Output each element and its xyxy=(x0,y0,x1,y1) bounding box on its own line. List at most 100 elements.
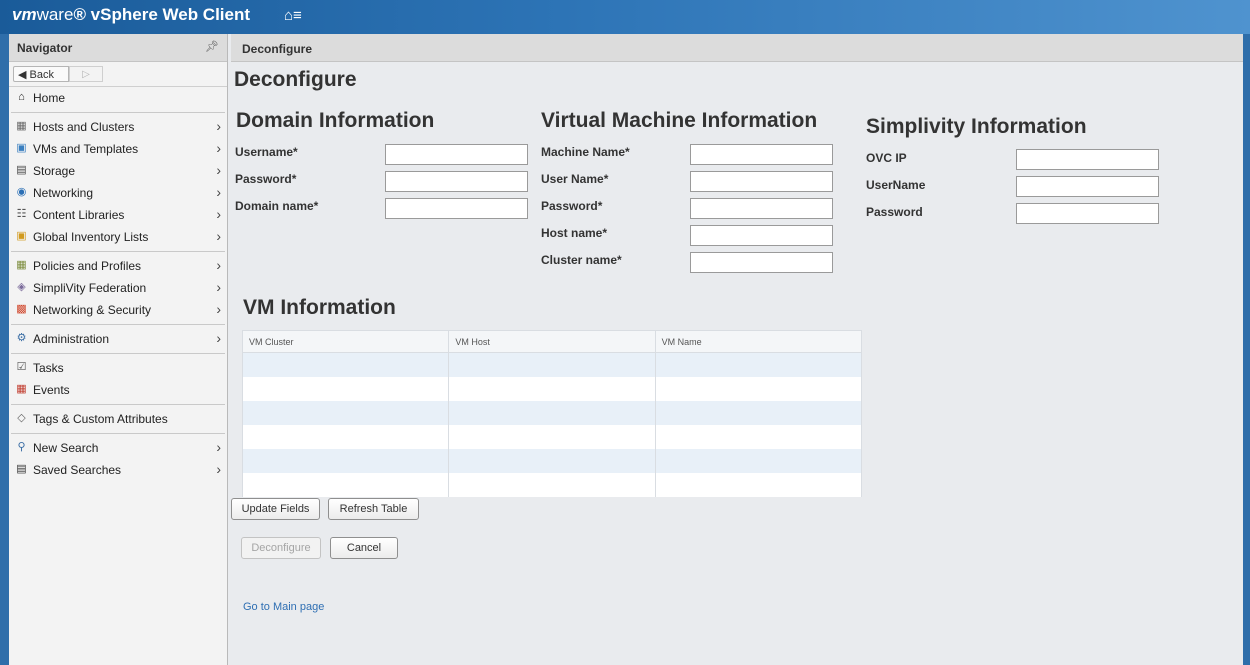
network-icon: ◉ xyxy=(16,186,27,198)
tasks-icon: ☑ xyxy=(16,361,27,373)
left-frame xyxy=(0,34,9,665)
sidebar-item-label: Tasks xyxy=(33,361,64,375)
domain-heading: Domain Information xyxy=(236,109,435,132)
table-row[interactable] xyxy=(241,377,863,401)
sidebar-item-tags-custom-attributes[interactable]: ◇ Tags & Custom Attributes xyxy=(9,408,227,430)
chevron-right-icon: › xyxy=(216,228,221,244)
sidebar-item-label: Storage xyxy=(33,164,76,178)
domain-username-field[interactable] xyxy=(385,144,528,165)
simplivity-password-field[interactable] xyxy=(1016,203,1159,224)
table-row[interactable] xyxy=(241,352,863,377)
divider xyxy=(9,430,227,437)
table-row[interactable] xyxy=(241,401,863,425)
cancel-button[interactable]: Cancel xyxy=(330,537,398,559)
sidebar-item-label: Saved Searches xyxy=(33,463,122,477)
sidebar-item-policies-and-profiles[interactable]: ▦ Policies and Profiles › xyxy=(9,255,227,277)
ovc-ip-label: OVC IP xyxy=(866,151,907,165)
sidebar-item-storage[interactable]: ▤ Storage › xyxy=(9,160,227,182)
sidebar-item-label: SimpliVity Federation xyxy=(33,281,147,295)
sidebar-item-networking[interactable]: ◉ Networking › xyxy=(9,182,227,204)
page-title: Deconfigure xyxy=(234,68,357,91)
chevron-right-icon: › xyxy=(216,301,221,317)
vm-user-name-label: User Name* xyxy=(541,172,609,186)
refresh-table-button[interactable]: Refresh Table xyxy=(328,498,419,520)
sidebar-item-networking-security[interactable]: ▩ Networking & Security › xyxy=(9,299,227,321)
sidebar-item-global-inventory-lists[interactable]: ▣ Global Inventory Lists › xyxy=(9,226,227,248)
host-name-field[interactable] xyxy=(690,225,833,246)
home-menu-icon[interactable]: ⌂≡ xyxy=(284,7,302,24)
sidebar-item-vms-and-templates[interactable]: ▣ VMs and Templates › xyxy=(9,138,227,160)
column-header-vm-cluster[interactable]: VM Cluster xyxy=(241,330,450,353)
breadcrumb: Deconfigure xyxy=(231,34,1243,62)
app-header: vmware® vSphere Web Client ⌂≡ xyxy=(0,0,1250,34)
library-icon: ☷ xyxy=(16,208,27,220)
back-button[interactable]: ◀ Back xyxy=(13,66,69,82)
home-icon: ⌂ xyxy=(18,91,25,103)
ovc-ip-field[interactable] xyxy=(1016,149,1159,170)
chevron-right-icon: › xyxy=(216,140,221,156)
chevron-right-icon: › xyxy=(216,184,221,200)
sidebar-item-content-libraries[interactable]: ☷ Content Libraries › xyxy=(9,204,227,226)
domain-name-label: Domain name* xyxy=(235,199,319,213)
table-row[interactable] xyxy=(241,425,863,449)
sidebar-item-label: Content Libraries xyxy=(33,208,125,222)
table-row[interactable] xyxy=(241,473,863,497)
navigator-title: Navigator xyxy=(17,41,73,55)
storage-icon: ▤ xyxy=(16,164,27,176)
breadcrumb-label: Deconfigure xyxy=(242,42,313,56)
forward-button[interactable]: ▷ xyxy=(69,66,103,82)
sidebar-item-home[interactable]: ⌂ Home xyxy=(9,87,227,109)
vm-password-label: Password* xyxy=(541,199,603,213)
sidebar-item-saved-searches[interactable]: ▤ Saved Searches › xyxy=(9,459,227,481)
sidebar-item-administration[interactable]: ⚙ Administration › xyxy=(9,328,227,350)
main-page-link[interactable]: Go to Main page xyxy=(243,601,324,613)
events-icon: ▦ xyxy=(16,383,27,395)
divider xyxy=(9,321,227,328)
admin-icon: ⚙ xyxy=(16,332,27,344)
pin-icon[interactable]: 📌︎ xyxy=(205,40,219,53)
deconfigure-button[interactable]: Deconfigure xyxy=(241,537,321,559)
search-icon: ⚲ xyxy=(17,441,26,453)
sidebar-item-label: VMs and Templates xyxy=(33,142,139,156)
sidebar-item-label: Networking & Security xyxy=(33,303,152,317)
policies-icon: ▦ xyxy=(16,259,27,271)
sidebar-item-label: Networking xyxy=(33,186,94,200)
username-label: Username* xyxy=(235,145,298,159)
domain-password-field[interactable] xyxy=(385,171,528,192)
machine-name-field[interactable] xyxy=(690,144,833,165)
sidebar-item-label: Policies and Profiles xyxy=(33,259,142,273)
vm-icon: ▣ xyxy=(16,142,27,154)
sidebar-item-simplivity-federation[interactable]: ◈ SimpliVity Federation › xyxy=(9,277,227,299)
vm-password-field[interactable] xyxy=(690,198,833,219)
chevron-right-icon: › xyxy=(216,162,221,178)
cluster-name-field[interactable] xyxy=(690,252,833,273)
chevron-right-icon: › xyxy=(216,330,221,346)
sidebar-item-hosts-and-clusters[interactable]: ▦ Hosts and Clusters › xyxy=(9,116,227,138)
vm-form-heading: Virtual Machine Information xyxy=(541,109,818,132)
sidebar-item-label: New Search xyxy=(33,441,99,455)
brand-ware: ware xyxy=(36,5,74,24)
sidebar-item-new-search[interactable]: ⚲ New Search › xyxy=(9,437,227,459)
main-content: Deconfigure Deconfigure Domain Informati… xyxy=(231,34,1243,665)
table-row[interactable] xyxy=(241,449,863,473)
sidebar-item-events[interactable]: ▦ Events xyxy=(9,379,227,401)
chevron-right-icon: › xyxy=(216,439,221,455)
app-title: vmware® vSphere Web Client xyxy=(12,5,250,25)
column-header-vm-name[interactable]: VM Name xyxy=(654,330,863,353)
domain-name-field[interactable] xyxy=(385,198,528,219)
chevron-right-icon: › xyxy=(216,461,221,477)
right-frame xyxy=(1243,34,1250,665)
column-header-vm-host[interactable]: VM Host xyxy=(448,330,656,353)
vm-user-name-field[interactable] xyxy=(690,171,833,192)
simplivity-username-field[interactable] xyxy=(1016,176,1159,197)
navigator-header: Navigator 📌︎ xyxy=(9,34,227,62)
host-name-label: Host name* xyxy=(541,226,608,240)
simplivity-heading: Simplivity Information xyxy=(866,115,1087,138)
update-fields-button[interactable]: Update Fields xyxy=(231,498,320,520)
vm-table: VM Cluster VM Host VM Name xyxy=(241,330,863,497)
sidebar-item-label: Global Inventory Lists xyxy=(33,230,149,244)
chevron-right-icon: › xyxy=(216,206,221,222)
sidebar-item-tasks[interactable]: ☑ Tasks xyxy=(9,357,227,379)
history-nav: ◀ Back ▷ xyxy=(9,62,227,87)
simplivity-password-label: Password xyxy=(866,205,923,219)
